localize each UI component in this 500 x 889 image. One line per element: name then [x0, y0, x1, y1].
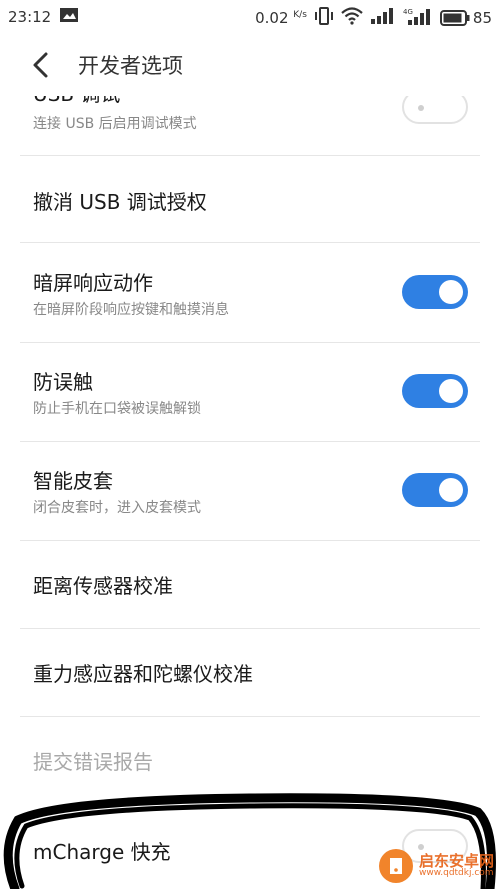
watermark: 启东安卓网 www.qdtdkj.com [378, 849, 494, 883]
setting-anti-mistouch[interactable]: 防误触 防止手机在口袋被误触解锁 [0, 343, 500, 441]
setting-subtitle: 闭合皮套时，进入皮套模式 [33, 500, 201, 516]
setting-title: 防误触 [33, 370, 93, 394]
setting-title: 暗屏响应动作 [33, 271, 153, 295]
setting-submit-bug-report: 提交错误报告 [0, 717, 500, 803]
chevron-left-icon [33, 52, 48, 78]
setting-smart-cover[interactable]: 智能皮套 闭合皮套时，进入皮套模式 [0, 442, 500, 540]
setting-title: 智能皮套 [33, 469, 113, 493]
dark-screen-response-toggle[interactable] [402, 275, 468, 309]
setting-subtitle: 防止手机在口袋被误触解锁 [33, 401, 201, 417]
setting-title: 重力感应器和陀螺仪校准 [33, 662, 253, 686]
setting-subtitle: 在暗屏阶段响应按键和触摸消息 [33, 302, 229, 318]
watermark-brand: 启东安卓网 [418, 851, 494, 870]
setting-title: 距离传感器校准 [33, 574, 173, 598]
watermark-logo-icon [378, 849, 413, 883]
setting-proximity-calibration[interactable]: 距离传感器校准 [0, 541, 500, 628]
setting-title: 提交错误报告 [33, 750, 153, 774]
toggle-knob [418, 105, 424, 111]
setting-subtitle: 连接 USB 后启用调试模式 [33, 116, 197, 132]
setting-revoke-usb-auth[interactable]: 撤消 USB 调试授权 [0, 156, 500, 242]
back-button[interactable] [28, 48, 58, 82]
page-title: 开发者选项 [78, 54, 183, 78]
watermark-url: www.qdtdkj.com [418, 868, 494, 879]
smart-cover-toggle[interactable] [402, 473, 468, 507]
setting-title: 撤消 USB 调试授权 [33, 190, 207, 214]
app-bar: 开发者选项 [0, 34, 500, 96]
settings-list: USB 调试 连接 USB 后启用调试模式 撤消 USB 调试授权 暗屏响应动作… [0, 0, 500, 889]
anti-mistouch-toggle[interactable] [402, 374, 468, 408]
toggle-knob [439, 280, 463, 304]
setting-dark-screen-response[interactable]: 暗屏响应动作 在暗屏阶段响应按键和触摸消息 [0, 243, 500, 342]
setting-title: mCharge 快充 [33, 840, 171, 864]
toggle-knob [439, 379, 463, 403]
setting-gravity-gyro-calibration[interactable]: 重力感应器和陀螺仪校准 [0, 629, 500, 716]
toggle-knob [439, 478, 463, 502]
